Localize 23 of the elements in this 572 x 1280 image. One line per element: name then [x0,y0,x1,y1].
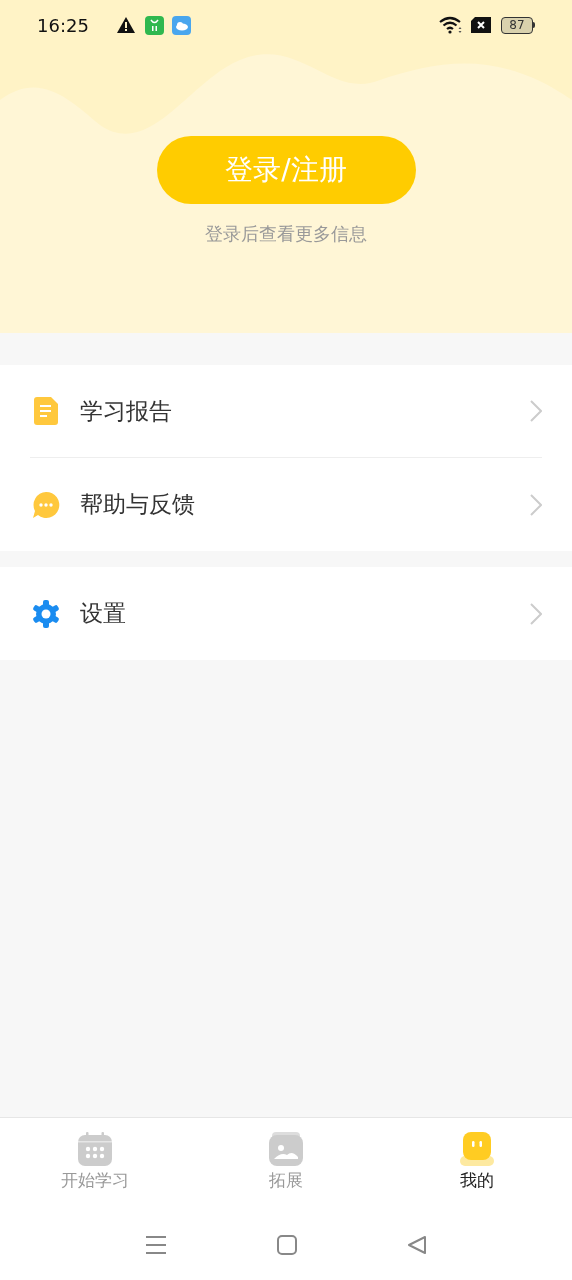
weather-icon [171,15,191,35]
warning-icon [116,17,135,33]
tab[interactable]: 我的 [381,1118,572,1210]
calendar-icon [78,1132,113,1166]
gear-icon [32,599,60,628]
image-icon [269,1132,303,1166]
chevron-right-icon [530,493,542,516]
menu-icon[interactable] [145,1235,167,1255]
wifi-icon [439,16,463,34]
no-sim-icon [471,17,491,33]
document-icon [34,397,58,425]
chevron-right-icon [530,602,542,625]
menu-item[interactable]: 学习报告 [30,365,542,458]
battery-indicator: 87 [501,16,533,34]
status-time: 16:25 [37,13,89,38]
chevron-right-icon [530,400,542,422]
chat-bubble-icon [32,490,60,519]
face-icon [459,1132,494,1166]
back-icon[interactable] [407,1235,427,1255]
login-hint: 登录后查看更多信息 [205,222,367,246]
home-icon[interactable] [277,1235,297,1255]
app-icon [144,15,164,35]
menu-item[interactable]: 帮助与反馈 [30,458,542,551]
